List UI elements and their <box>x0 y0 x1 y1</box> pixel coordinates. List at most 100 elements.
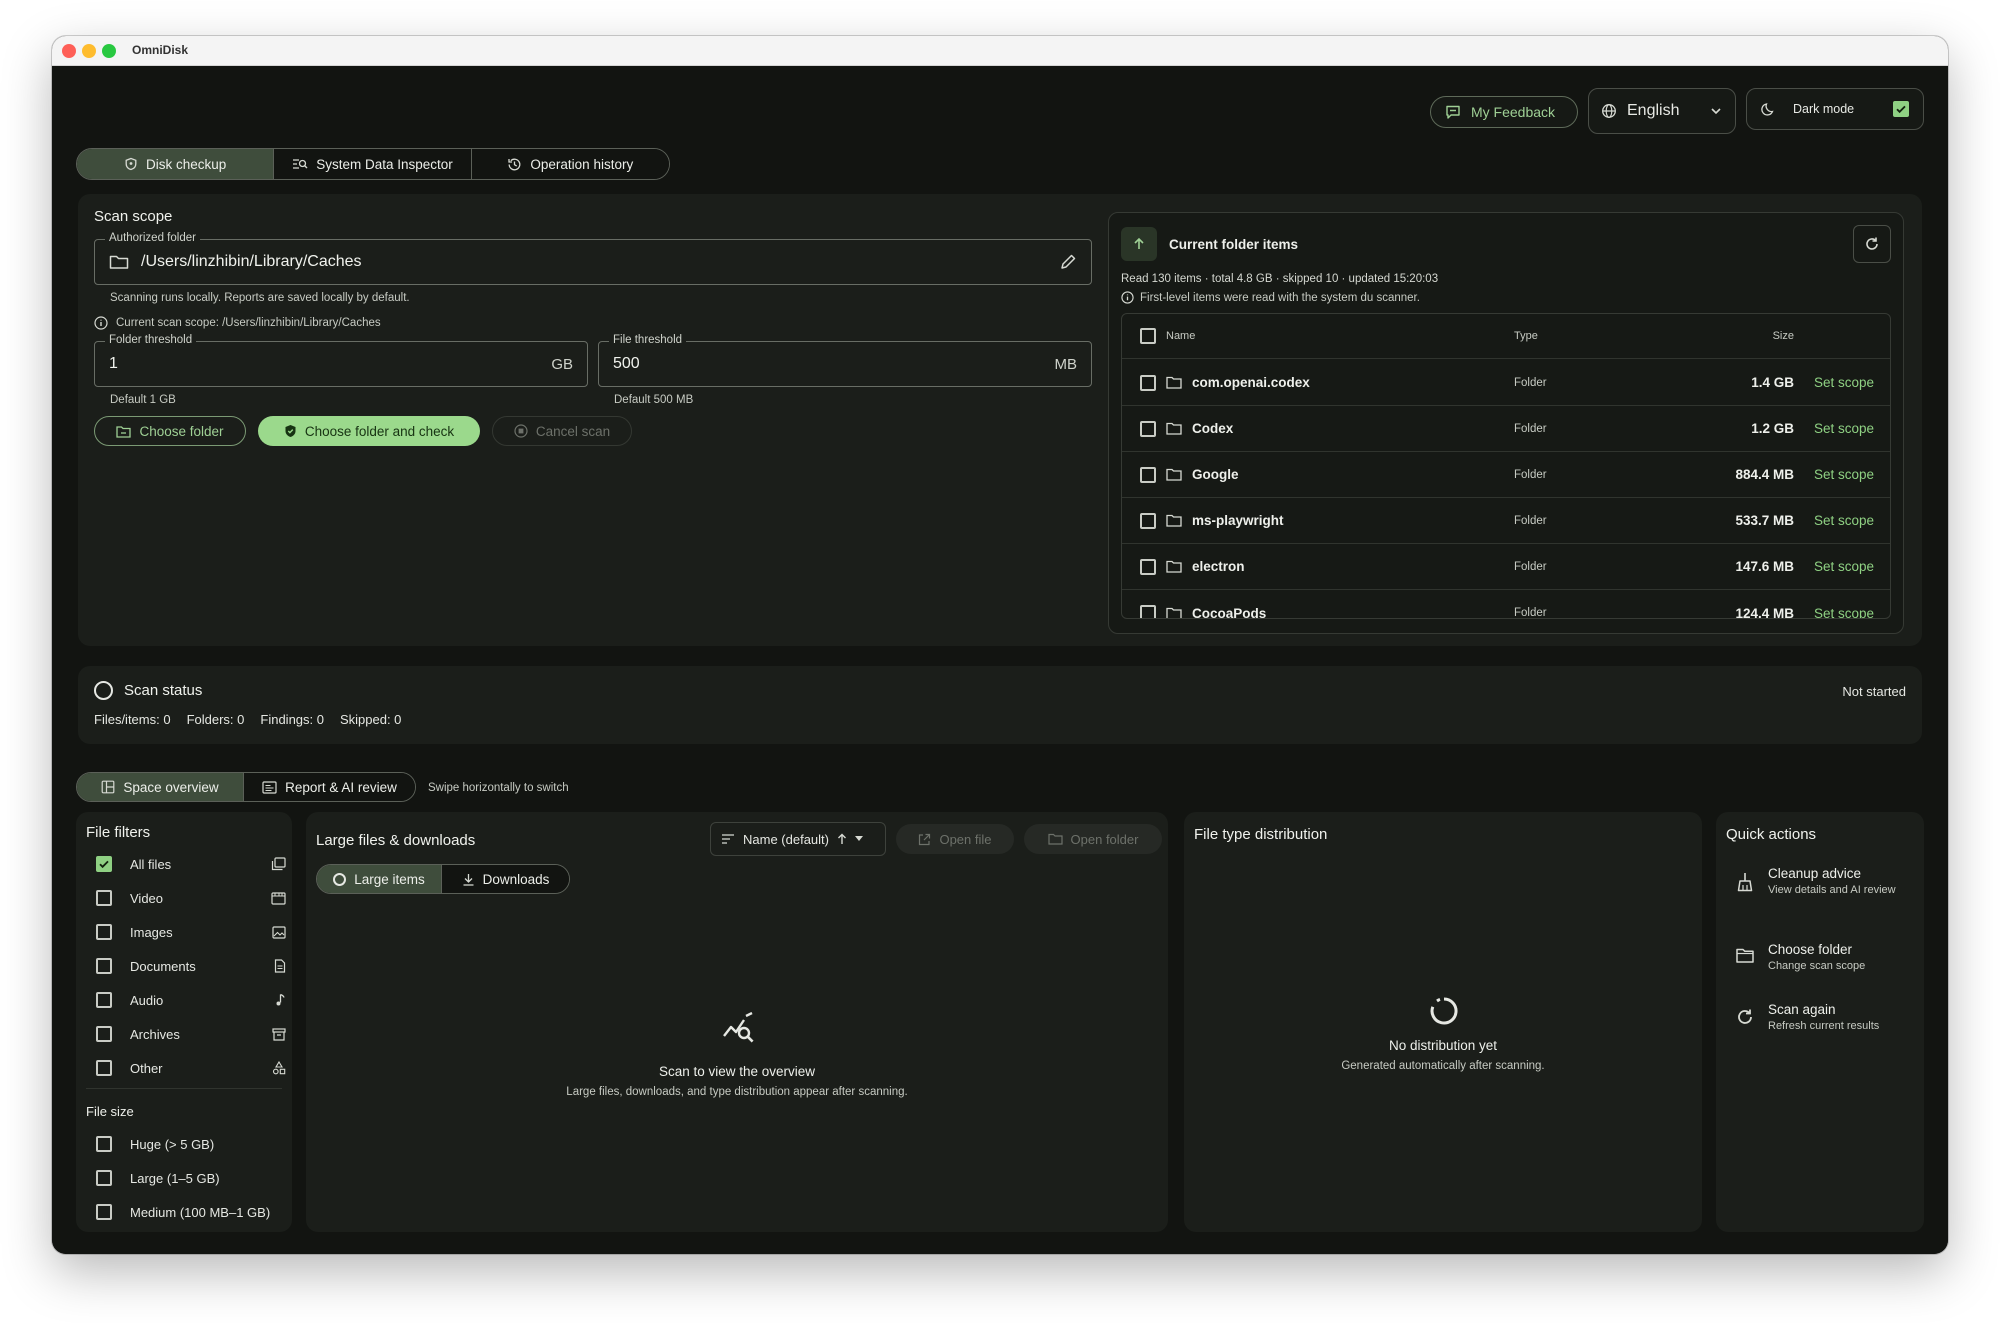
sort-select[interactable]: Name (default) <box>710 822 886 856</box>
file-filters-panel: File filters All files Video Images Docu… <box>76 812 292 1232</box>
caret-down-icon <box>854 836 863 842</box>
go-up-button[interactable] <box>1121 227 1157 261</box>
filter-checkbox[interactable] <box>96 992 112 1008</box>
document-icon <box>274 959 286 973</box>
quick-action-cleanup[interactable]: Cleanup advice View details and AI revie… <box>1736 866 1936 898</box>
filter-checkbox[interactable] <box>96 958 112 974</box>
folder-icon <box>109 254 129 270</box>
language-select[interactable]: English <box>1588 88 1736 134</box>
size-huge[interactable]: Huge (> 5 GB) <box>96 1132 286 1156</box>
size-medium[interactable]: Medium (100 MB–1 GB) <box>96 1200 286 1224</box>
table-row[interactable]: ms-playwright Folder 533.7 MB Set scope <box>1122 498 1890 544</box>
size-checkbox[interactable] <box>96 1170 112 1186</box>
filter-other[interactable]: Other <box>96 1056 286 1080</box>
dark-mode-checkbox[interactable] <box>1893 101 1909 117</box>
tab-system-data-inspector[interactable]: System Data Inspector <box>274 149 472 179</box>
tab-downloads-label: Downloads <box>482 871 550 887</box>
distribution-title: File type distribution <box>1194 826 1328 843</box>
quick-action-choose-folder[interactable]: Choose folder Change scan scope <box>1736 942 1936 974</box>
row-checkbox[interactable] <box>1140 605 1156 618</box>
open-folder-button[interactable]: Open folder <box>1024 824 1162 854</box>
quick-action-title: Choose folder <box>1768 942 1853 957</box>
filter-checkbox[interactable] <box>96 924 112 940</box>
set-scope-button[interactable]: Set scope <box>1814 513 1874 528</box>
table-row[interactable]: Codex Folder 1.2 GB Set scope <box>1122 406 1890 452</box>
row-checkbox[interactable] <box>1140 558 1156 575</box>
quick-action-scan-again[interactable]: Scan again Refresh current results <box>1736 1002 1936 1034</box>
choose-folder-and-check-button[interactable]: Choose folder and check <box>258 416 480 446</box>
arrow-up-icon <box>1132 237 1146 251</box>
filter-checkbox[interactable] <box>96 1060 112 1076</box>
app-content: My Feedback English Dark mode Disk check… <box>52 66 1948 1254</box>
open-file-button[interactable]: Open file <box>896 824 1014 854</box>
file-threshold-unit: MB <box>1054 355 1078 373</box>
tab-disk-checkup[interactable]: Disk checkup <box>77 149 275 179</box>
refresh-icon <box>1864 236 1880 252</box>
my-feedback-button[interactable]: My Feedback <box>1430 96 1578 128</box>
filter-documents[interactable]: Documents <box>96 954 286 978</box>
row-name: CocoaPods <box>1192 605 1267 619</box>
file-threshold-value: 500 <box>613 355 640 372</box>
row-type: Folder <box>1514 376 1547 389</box>
sort-lines-icon <box>721 833 735 845</box>
table-row[interactable]: Google Folder 884.4 MB Set scope <box>1122 452 1890 498</box>
refresh-folder-button[interactable] <box>1853 225 1891 263</box>
filter-checkbox[interactable] <box>96 1026 112 1042</box>
filter-all-files[interactable]: All files <box>96 852 286 876</box>
tab-space-overview[interactable]: Space overview <box>77 773 245 801</box>
cancel-scan-button[interactable]: Cancel scan <box>492 416 632 446</box>
set-scope-button[interactable]: Set scope <box>1814 606 1874 619</box>
moon-icon <box>1761 101 1777 117</box>
folder-threshold-field[interactable]: Folder threshold 1 GB <box>94 334 588 387</box>
folder-icon <box>1166 376 1182 389</box>
close-window-button[interactable] <box>62 44 76 58</box>
file-threshold-field[interactable]: File threshold 500 MB <box>598 334 1092 387</box>
size-large[interactable]: Large (1–5 GB) <box>96 1166 286 1190</box>
table-row[interactable]: CocoaPods Folder 124.4 MB Set scope <box>1122 590 1890 619</box>
set-scope-button[interactable]: Set scope <box>1814 559 1874 574</box>
row-type: Folder <box>1514 468 1547 481</box>
filter-images[interactable]: Images <box>96 920 286 944</box>
filter-video[interactable]: Video <box>96 886 286 910</box>
choose-folder-label: Choose folder <box>139 423 224 439</box>
authorized-folder-field[interactable]: Authorized folder /Users/linzhibin/Libra… <box>94 232 1092 285</box>
current-folder-summary: Read 130 items · total 4.8 GB · skipped … <box>1121 273 1439 285</box>
row-size: 1.2 GB <box>1751 421 1794 436</box>
minimize-window-button[interactable] <box>82 44 96 58</box>
filter-checkbox[interactable] <box>96 890 112 906</box>
set-scope-button[interactable]: Set scope <box>1814 467 1874 482</box>
row-checkbox[interactable] <box>1140 466 1156 483</box>
edit-pencil-icon[interactable] <box>1059 253 1077 271</box>
select-all-checkbox[interactable] <box>1140 328 1156 344</box>
inspect-icon <box>292 157 308 171</box>
current-folder-note-row: First-level items were read with the sys… <box>1121 291 1420 304</box>
feedback-icon <box>1445 104 1461 120</box>
size-checkbox[interactable] <box>96 1204 112 1220</box>
column-name: Name <box>1166 330 1196 342</box>
tab-downloads[interactable]: Downloads <box>442 865 569 893</box>
shield-icon <box>124 157 138 171</box>
row-name: electron <box>1192 559 1245 574</box>
set-scope-button[interactable]: Set scope <box>1814 375 1874 390</box>
tab-large-items[interactable]: Large items <box>317 865 443 893</box>
choose-folder-button[interactable]: Choose folder <box>94 416 246 446</box>
set-scope-button[interactable]: Set scope <box>1814 421 1874 436</box>
size-checkbox[interactable] <box>96 1136 112 1152</box>
tab-report-ai-review[interactable]: Report & AI review <box>244 773 415 801</box>
filter-archives[interactable]: Archives <box>96 1022 286 1046</box>
folders-count: Folders: 0 <box>186 712 245 727</box>
filter-audio[interactable]: Audio <box>96 988 286 1012</box>
large-files-tabs: Large items Downloads <box>316 864 570 894</box>
table-row[interactable]: com.openai.codex Folder 1.4 GB Set scope <box>1122 360 1890 406</box>
tab-operation-history[interactable]: Operation history <box>471 149 669 179</box>
row-checkbox[interactable] <box>1140 374 1156 391</box>
zoom-window-button[interactable] <box>102 44 116 58</box>
distribution-empty-title: No distribution yet <box>1388 1038 1498 1053</box>
row-type: Folder <box>1514 422 1547 435</box>
row-checkbox[interactable] <box>1140 512 1156 529</box>
filter-divider <box>86 1088 282 1089</box>
table-row[interactable]: electron Folder 147.6 MB Set scope <box>1122 544 1890 590</box>
dark-mode-toggle[interactable]: Dark mode <box>1746 88 1924 130</box>
row-checkbox[interactable] <box>1140 420 1156 437</box>
filter-checkbox[interactable] <box>96 856 112 872</box>
